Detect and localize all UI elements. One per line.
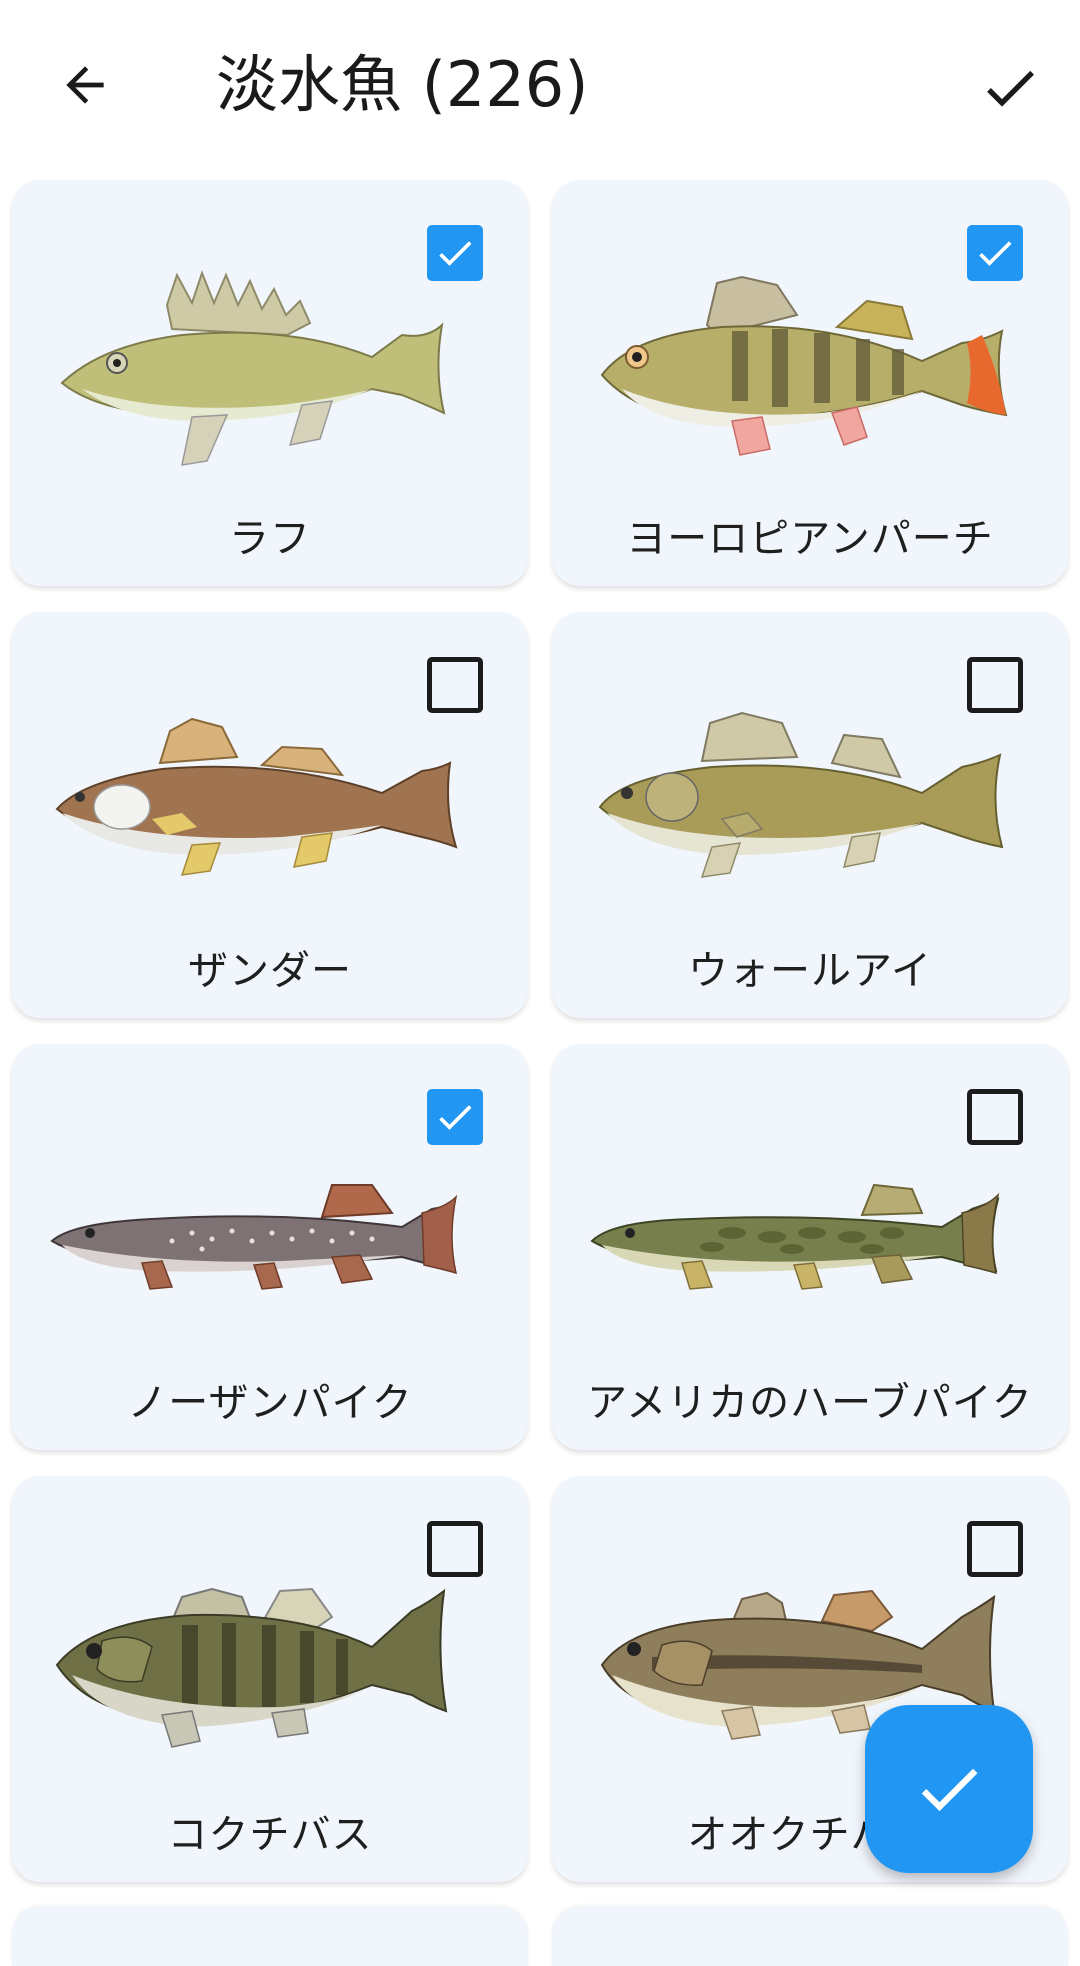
check-icon [987,70,1034,107]
arrow-left-icon [66,66,104,104]
fish-illustration [60,270,446,466]
fish-name: ザンダー [188,948,352,994]
fish-illustration [598,711,1004,878]
confirm-button[interactable] [972,50,1048,126]
fish-name: コクチバス [167,1812,373,1858]
fish-illustration [55,717,458,876]
fish-illustration [600,275,1008,456]
fish-card-smallmouth-bass[interactable]: コクチバス [12,1476,528,1882]
fish-card-ruffe[interactable]: ラフ [12,180,528,586]
fish-illustration [50,1184,458,1290]
fish-card-grass-pickerel[interactable]: アメリカのハーブパイク [552,1044,1068,1450]
confirm-fab[interactable] [865,1705,1033,1873]
fish-card-walleye[interactable]: ウォールアイ [552,612,1068,1018]
fish-card-northern-pike[interactable]: ノーザンパイク [12,1044,528,1450]
fish-name: ヨーロピアンパーチ [626,516,994,562]
fish-name: ウォールアイ [688,948,932,994]
fish-illustration [55,1587,448,1748]
fish-name: アメリカのハーブパイク [587,1380,1033,1426]
fish-card-european-perch[interactable]: ヨーロピアンパーチ [552,180,1068,586]
fish-name: ラフ [229,516,311,562]
partial-card [12,1906,528,1966]
app-bar: 淡水魚 (226) [0,0,1080,170]
fish-illustration [590,1183,1000,1290]
fish-card-zander[interactable]: ザンダー [12,612,528,1018]
fish-name: ノーザンパイク [127,1380,413,1426]
back-button[interactable] [50,50,120,120]
partial-card [552,1906,1068,1966]
check-icon [921,1768,978,1812]
page-title: 淡水魚 (226) [216,48,589,121]
